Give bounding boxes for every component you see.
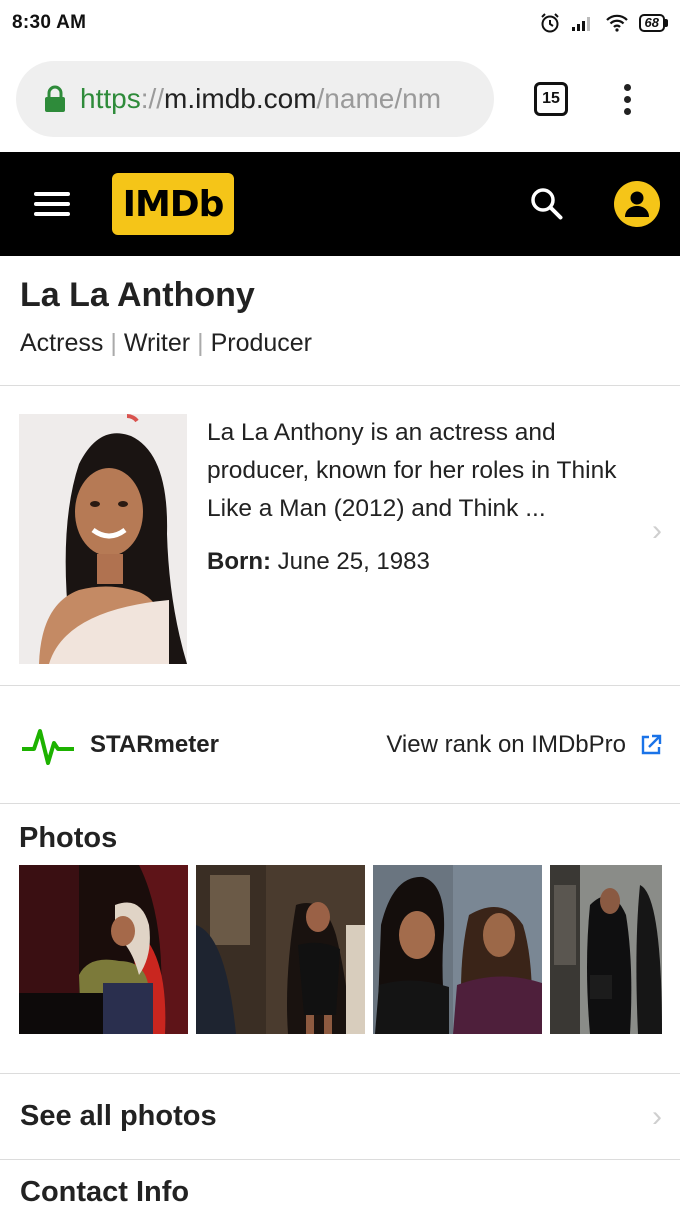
url-path: /name/nm (316, 83, 442, 114)
starmeter-pulse-icon (20, 717, 76, 773)
external-link-icon (640, 734, 662, 756)
name-header: La La Anthony Actress | Writer | Produce… (0, 256, 680, 386)
role-separator: | (110, 329, 117, 357)
starmeter-row[interactable]: STARmeter View rank on IMDbPro (0, 686, 680, 804)
born-label: Born: (207, 548, 271, 575)
status-bar: 8:30 AM 68 (0, 0, 680, 46)
role-separator: | (197, 329, 204, 357)
bio-text: La La Anthony is an actress and producer… (207, 414, 617, 685)
user-account-icon[interactable] (614, 181, 660, 227)
signal-icon (571, 14, 595, 32)
contact-info-title[interactable]: Contact Info (20, 1176, 660, 1209)
born-info: Born: June 25, 1983 (207, 548, 617, 576)
hamburger-menu-icon[interactable] (34, 192, 70, 216)
photos-title: Photos (19, 822, 118, 854)
browser-menu-icon[interactable] (624, 83, 631, 115)
status-time: 8:30 AM (12, 12, 87, 33)
view-rank-imdbpro-link[interactable]: View rank on IMDbPro (386, 731, 662, 759)
url-text: https://m.imdb.com/name/nm (80, 83, 441, 115)
role-list: Actress | Writer | Producer (20, 329, 660, 358)
chevron-right-icon: › (652, 1099, 662, 1133)
see-all-photos-row[interactable]: See all photos › (0, 1074, 680, 1160)
battery-level: 68 (638, 14, 665, 32)
bio-summary: La La Anthony is an actress and producer… (207, 419, 617, 522)
photo-thumbnail[interactable] (550, 865, 662, 1034)
photos-section: Photos (0, 804, 680, 1074)
lock-icon (44, 85, 66, 113)
imdbpro-link-label: View rank on IMDbPro (386, 730, 626, 758)
role-producer: Producer (210, 329, 313, 357)
starmeter-label: STARmeter (90, 730, 219, 758)
imdb-logo[interactable]: IMDb (112, 173, 234, 235)
bio-overview[interactable]: La La Anthony is an actress and producer… (0, 386, 680, 686)
born-date: June 25, 1983 (277, 548, 430, 575)
battery-icon: 68 (638, 14, 668, 32)
contact-info-section: Contact Info (0, 1160, 680, 1209)
chevron-right-icon: › (652, 514, 662, 547)
wifi-icon (605, 14, 629, 32)
alarm-icon (539, 12, 561, 34)
see-all-photos-link[interactable]: See all photos (20, 1100, 217, 1133)
role-writer: Writer (123, 329, 191, 357)
url-scheme: https (80, 83, 141, 114)
search-icon[interactable] (530, 187, 564, 221)
tab-switcher-button[interactable]: 15 (534, 82, 568, 116)
photo-thumbnail[interactable] (196, 865, 365, 1034)
role-actress: Actress (20, 329, 104, 357)
profile-photo[interactable] (19, 414, 187, 664)
browser-toolbar: https://m.imdb.com/name/nm 15 (0, 46, 680, 152)
status-icons: 68 (539, 12, 668, 34)
page-title: La La Anthony (20, 276, 255, 314)
photo-thumbnail[interactable] (373, 865, 542, 1034)
address-bar[interactable]: https://m.imdb.com/name/nm (16, 61, 494, 137)
url-separator: :// (140, 83, 165, 114)
photo-thumbnail[interactable] (19, 865, 188, 1034)
url-host: m.imdb.com (164, 83, 317, 114)
photo-strip[interactable] (19, 865, 680, 1034)
imdb-header: IMDb (0, 152, 680, 256)
